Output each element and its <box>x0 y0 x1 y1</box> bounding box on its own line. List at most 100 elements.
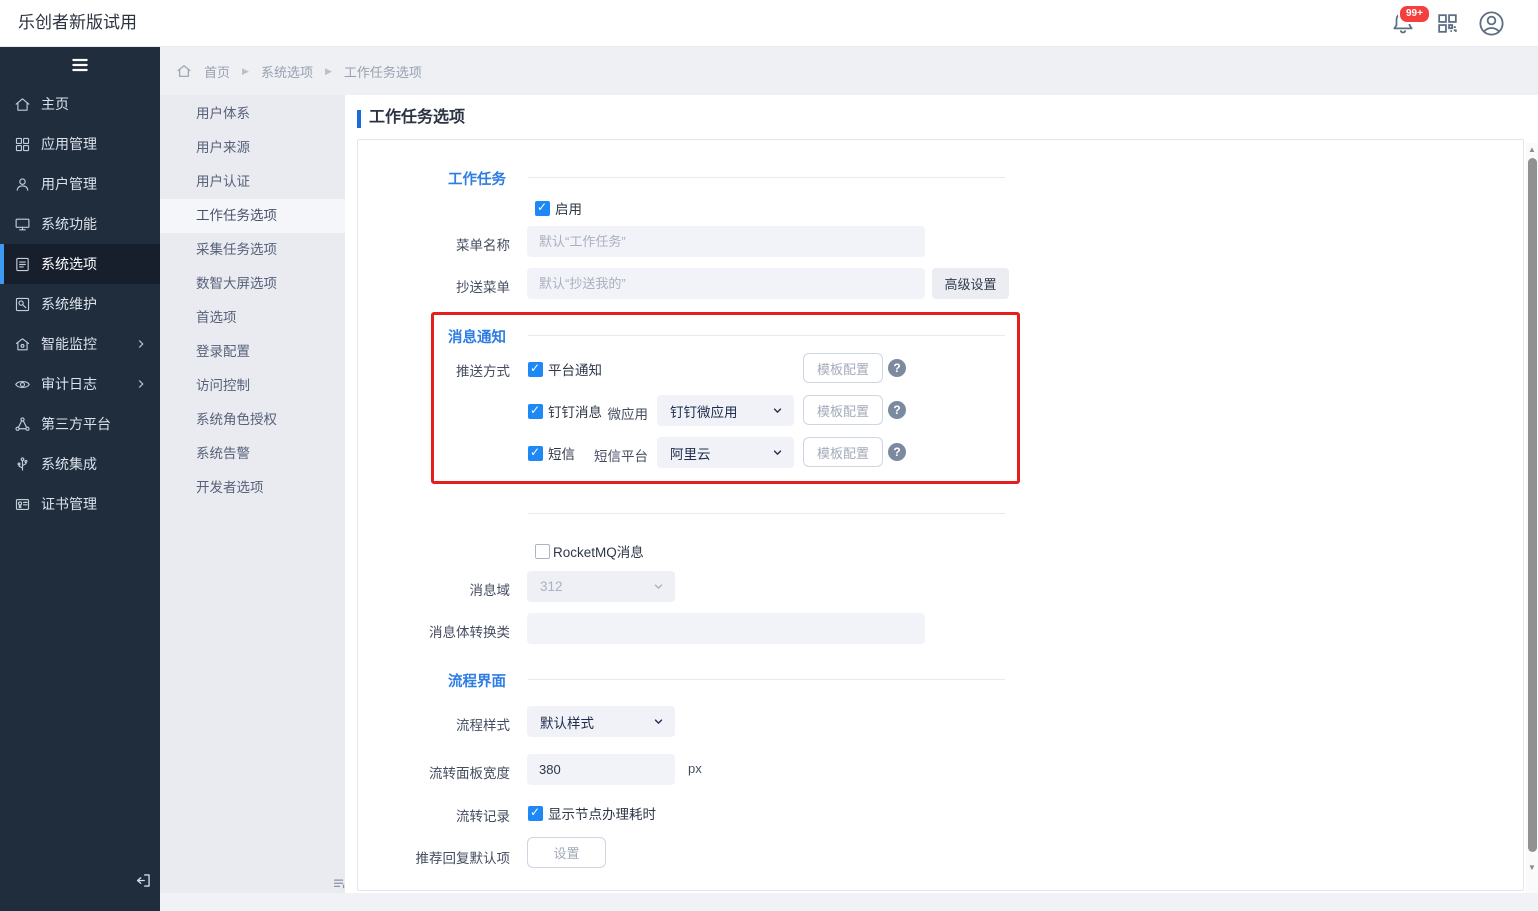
subnav-item-system-alerts[interactable]: 系统告警 <box>160 437 345 471</box>
panel-width-input[interactable] <box>527 754 675 785</box>
miniapp-select-value: 钉钉微应用 <box>670 404 738 420</box>
app-title: 乐创者新版试用 <box>18 13 137 32</box>
platform-help-icon[interactable]: ? <box>888 359 906 377</box>
monitor-icon <box>14 216 31 233</box>
sidebar-item-label: 第三方平台 <box>41 416 111 432</box>
monitoring-house-icon <box>14 336 31 353</box>
horizontal-scrollbar-track[interactable] <box>160 893 1538 911</box>
rocketmq-label: RocketMQ消息 <box>553 545 644 560</box>
document-list-icon <box>14 256 31 273</box>
share-nodes-icon <box>14 416 31 433</box>
sidebar-item-user-management[interactable]: 用户管理 <box>0 164 160 204</box>
eye-icon <box>14 376 31 393</box>
collapse-sidebar-button[interactable] <box>134 871 153 890</box>
subnav-item-access-control[interactable]: 访问控制 <box>160 369 345 403</box>
cc-menu-input[interactable] <box>527 268 925 299</box>
sidebar-item-home[interactable]: 主页 <box>0 84 160 124</box>
subnav-item-login-config[interactable]: 登录配置 <box>160 335 345 369</box>
qr-code-icon[interactable] <box>1435 11 1460 36</box>
hamburger-icon <box>72 58 88 71</box>
sidebar-item-label: 系统维护 <box>41 296 97 312</box>
subnav-item-bigscreen-options[interactable]: 数智大屏选项 <box>160 267 345 301</box>
apps-grid-icon <box>14 136 31 153</box>
rocketmq-checkbox[interactable] <box>535 543 550 559</box>
sidebar-item-label: 系统功能 <box>41 216 97 232</box>
message-domain-select: 312 <box>527 571 675 602</box>
sms-platform-select-value: 阿里云 <box>670 446 711 462</box>
menu-name-input[interactable] <box>527 226 925 257</box>
dingtalk-help-icon[interactable]: ? <box>888 401 906 419</box>
sidebar-item-system-options[interactable]: 系统选项 <box>0 244 160 284</box>
sidebar-item-system-maintenance[interactable]: 系统维护 <box>0 284 160 324</box>
certificate-card-icon <box>14 496 31 513</box>
menu-toggle-button[interactable] <box>0 47 160 82</box>
advanced-settings-button[interactable]: 高级设置 <box>932 268 1009 299</box>
sidebar-item-intelligent-monitoring[interactable]: 智能监控 <box>0 324 160 364</box>
home-icon <box>14 96 31 113</box>
enable-checkbox[interactable] <box>535 200 550 216</box>
dingtalk-template-config-button[interactable]: 模板配置 <box>803 395 883 425</box>
chevron-down-icon <box>771 404 784 417</box>
section-title-flow-ui: 流程界面 <box>448 674 506 690</box>
flow-style-value: 默认样式 <box>540 715 594 731</box>
platform-notify-checkbox[interactable] <box>528 361 543 377</box>
sidebar-item-label: 证书管理 <box>41 496 97 512</box>
sidebar-item-system-integration[interactable]: 系统集成 <box>0 444 160 484</box>
subnav-item-developer-options[interactable]: 开发者选项 <box>160 471 345 505</box>
maintenance-tool-icon <box>14 296 31 313</box>
subnav-item-user-source[interactable]: 用户来源 <box>160 131 345 165</box>
sidebar-item-label: 主页 <box>41 96 69 112</box>
sms-template-config-button[interactable]: 模板配置 <box>803 437 883 467</box>
app-header: 乐创者新版试用 99+ <box>0 0 1538 47</box>
rocketmq-row: RocketMQ消息 <box>535 541 644 561</box>
panel-width-unit: px <box>688 761 702 776</box>
subnav-item-user-system[interactable]: 用户体系 <box>160 97 345 131</box>
enable-row: 启用 <box>535 198 582 218</box>
breadcrumb: 首页 系统选项 工作任务选项 <box>160 47 1538 95</box>
message-converter-input[interactable] <box>527 613 925 644</box>
chevron-down-icon <box>771 446 784 459</box>
scrollbar-thumb[interactable] <box>1527 158 1537 852</box>
sms-help-icon[interactable]: ? <box>888 443 906 461</box>
menu-name-label: 菜单名称 <box>456 238 510 253</box>
subnav-item-work-task-options[interactable]: 工作任务选项 <box>160 199 345 233</box>
breadcrumb-home-icon[interactable] <box>176 63 192 79</box>
enable-label: 启用 <box>555 202 582 217</box>
sidebar-item-app-management[interactable]: 应用管理 <box>0 124 160 164</box>
breadcrumb-item-home[interactable]: 首页 <box>204 62 230 81</box>
sidebar-item-third-party-platform[interactable]: 第三方平台 <box>0 404 160 444</box>
sms-platform-select[interactable]: 阿里云 <box>657 437 794 468</box>
chevron-right-icon <box>134 337 148 351</box>
breadcrumb-separator-icon <box>325 66 332 77</box>
sidebar-item-certificate-management[interactable]: 证书管理 <box>0 484 160 524</box>
miniapp-label: 微应用 <box>607 407 649 422</box>
scroll-up-arrow[interactable] <box>1526 143 1538 157</box>
flow-style-select[interactable]: 默认样式 <box>527 706 675 737</box>
subnav-item-user-auth[interactable]: 用户认证 <box>160 165 345 199</box>
recommend-reply-settings-button[interactable]: 设置 <box>527 837 606 868</box>
sidebar-item-audit-log[interactable]: 审计日志 <box>0 364 160 404</box>
user-avatar-icon[interactable] <box>1477 9 1506 38</box>
scroll-down-arrow[interactable] <box>1526 861 1538 875</box>
sms-platform-label: 短信平台 <box>594 449 648 464</box>
subnav-item-role-authorization[interactable]: 系统角色授权 <box>160 403 345 437</box>
app-window: 乐创者新版试用 99+ 主页 应用管理 用户管理 系统功能 系统选项 系统维护 … <box>0 0 1538 911</box>
subnav-item-preferences[interactable]: 首选项 <box>160 301 345 335</box>
section-divider <box>528 513 1005 514</box>
breadcrumb-separator-icon <box>242 66 249 77</box>
exit-arrow-icon <box>136 874 150 887</box>
breadcrumb-item-system-options[interactable]: 系统选项 <box>261 62 313 81</box>
sidebar-item-label: 系统集成 <box>41 456 97 472</box>
miniapp-select[interactable]: 钉钉微应用 <box>657 395 794 426</box>
section-divider <box>528 177 1005 178</box>
flow-record-label: 流转记录 <box>456 809 510 824</box>
sidebar-item-system-functions[interactable]: 系统功能 <box>0 204 160 244</box>
show-node-time-checkbox[interactable] <box>528 805 543 821</box>
platform-template-config-button[interactable]: 模板配置 <box>803 353 883 383</box>
chevron-right-icon <box>134 377 148 391</box>
show-node-time-label: 显示节点办理耗时 <box>548 807 656 822</box>
chevron-down-icon <box>652 715 665 728</box>
message-converter-label: 消息体转换类 <box>429 625 510 640</box>
message-domain-label: 消息域 <box>469 583 511 598</box>
subnav-item-collect-task-options[interactable]: 采集任务选项 <box>160 233 345 267</box>
